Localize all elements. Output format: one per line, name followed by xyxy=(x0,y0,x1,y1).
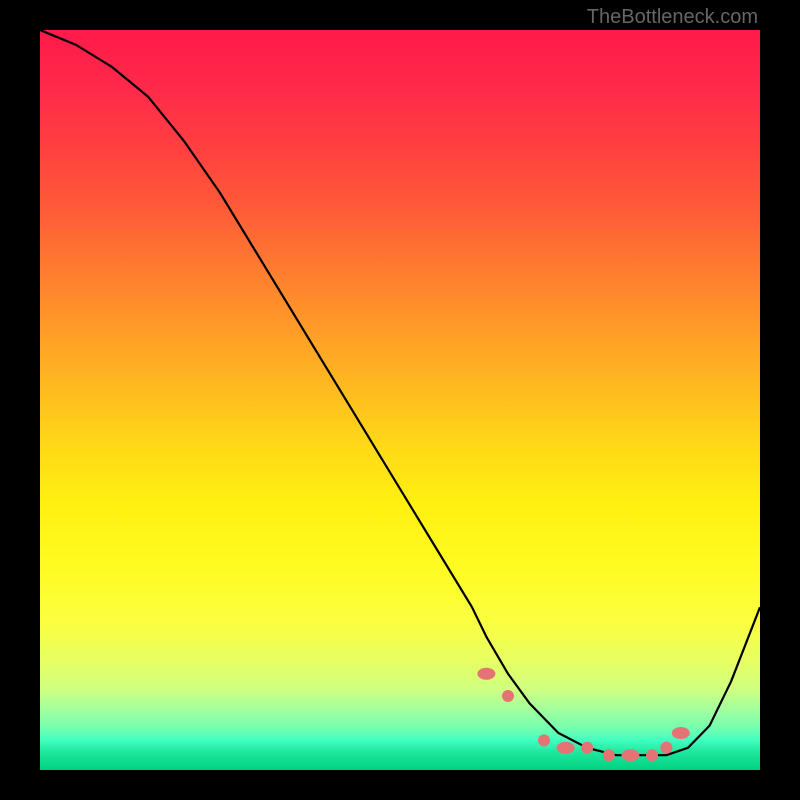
highlight-point xyxy=(646,749,658,761)
plot-area xyxy=(40,30,760,770)
highlight-point xyxy=(672,727,690,739)
bottleneck-curve xyxy=(40,30,760,755)
highlight-point xyxy=(660,742,672,754)
highlight-point xyxy=(557,742,575,754)
highlight-point xyxy=(581,742,593,754)
highlight-point xyxy=(538,734,550,746)
chart-container: TheBottleneck.com xyxy=(0,0,800,800)
highlight-point xyxy=(477,668,495,680)
highlight-points xyxy=(477,668,689,761)
highlight-point xyxy=(621,749,639,761)
highlight-point xyxy=(502,690,514,702)
curve-svg xyxy=(40,30,760,770)
watermark-text: TheBottleneck.com xyxy=(587,6,758,29)
highlight-point xyxy=(603,749,615,761)
